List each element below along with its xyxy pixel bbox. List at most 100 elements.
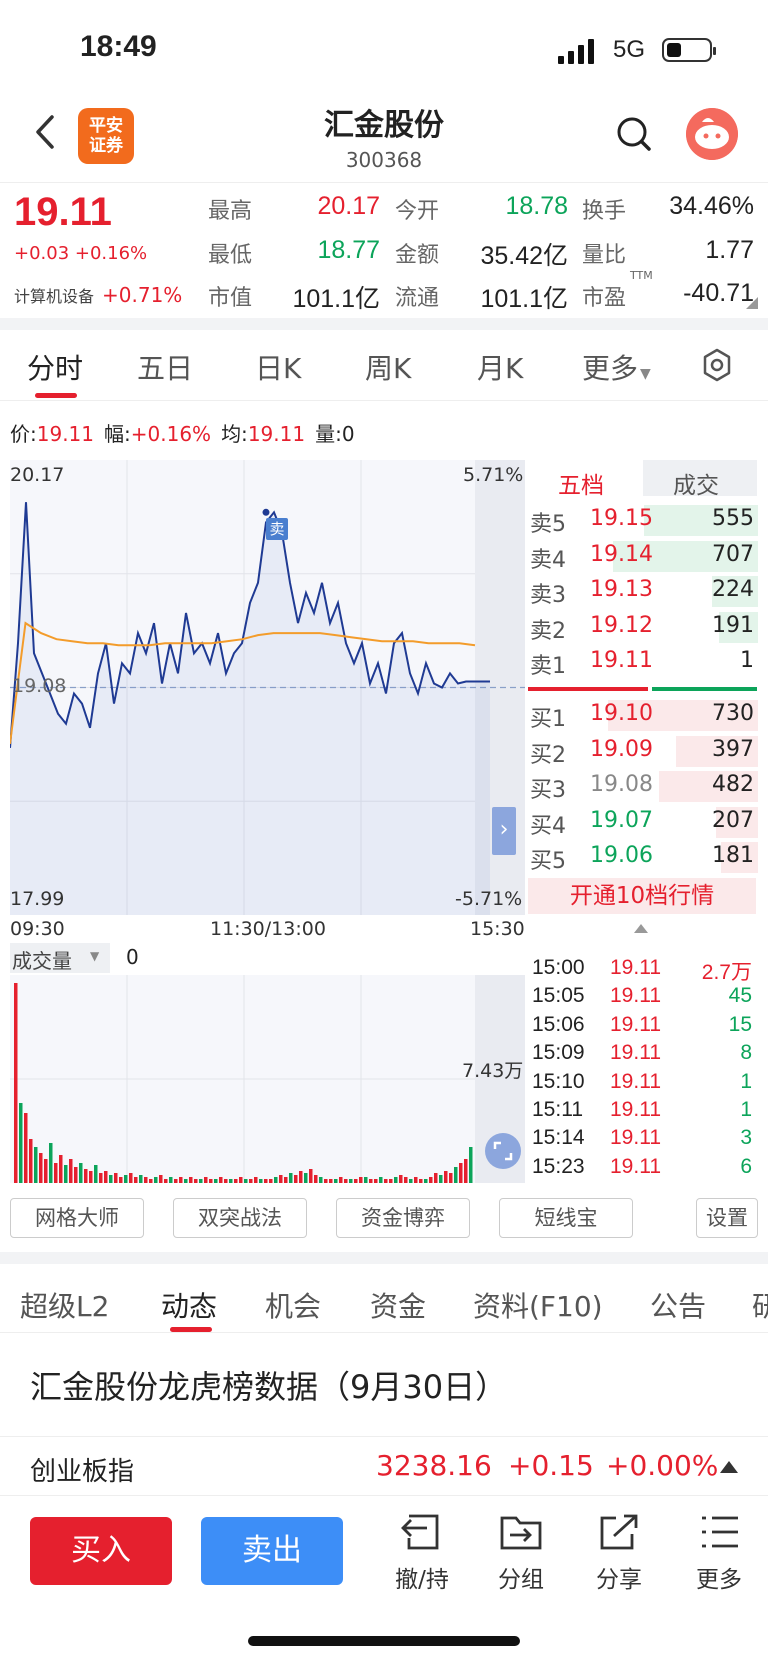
share-icon[interactable] xyxy=(594,1512,644,1552)
volume-selector[interactable]: 成交量 ▼ xyxy=(10,943,110,973)
tab-five-levels[interactable]: 五档 xyxy=(528,460,643,499)
news-headline[interactable]: 汇金股份龙虎榜数据（9月30日） xyxy=(30,1362,507,1408)
ask-level-row[interactable]: 卖5 19.15 555 xyxy=(530,502,758,538)
trade-volume: 8 xyxy=(740,1041,752,1065)
volume-bar xyxy=(69,1159,73,1183)
share-label[interactable]: 分享 xyxy=(579,1560,659,1594)
volume-bar xyxy=(379,1177,383,1183)
ask-bid-divider-green xyxy=(652,687,757,691)
tab-weekly-k[interactable]: 周K xyxy=(365,347,411,387)
volume-bar xyxy=(19,1103,23,1183)
ask-level-price: 19.12 xyxy=(590,612,653,638)
volume-bar xyxy=(449,1173,453,1183)
trade-price: 19.11 xyxy=(610,984,661,1008)
tool-short-term[interactable]: 短线宝 xyxy=(499,1198,633,1238)
sector-info[interactable]: 计算机设备 +0.71% xyxy=(14,283,182,307)
upgrade-level10-button[interactable]: 开通10档行情 xyxy=(528,878,756,914)
bid-level-label: 买5 xyxy=(530,849,566,874)
bid-level-row[interactable]: 买1 19.10 730 xyxy=(530,697,758,733)
tab-funds[interactable]: 资金 xyxy=(370,1285,426,1325)
expand-corner-icon[interactable] xyxy=(746,297,758,309)
index-ticker[interactable]: 创业板指 3238.16 +0.15 +0.00% xyxy=(0,1436,768,1496)
volume-bar xyxy=(199,1179,203,1183)
folder-icon[interactable] xyxy=(496,1512,546,1552)
stock-code: 300368 xyxy=(345,148,423,172)
trade-volume: 15 xyxy=(728,1012,752,1036)
bid-level-row[interactable]: 买4 19.07 207 xyxy=(530,804,758,840)
trade-volume: 1 xyxy=(740,1098,752,1121)
bid-level-row[interactable]: 买5 19.06 181 xyxy=(530,839,758,875)
trade-time: 15:11 xyxy=(532,1098,583,1121)
assistant-avatar-icon[interactable] xyxy=(686,108,738,160)
tab-news[interactable]: 动态 xyxy=(161,1285,217,1325)
sector-name: 计算机设备 xyxy=(14,287,95,306)
tab-f10[interactable]: 资料(F10) xyxy=(473,1285,603,1325)
trade-row: 15:11 19.11 1 xyxy=(532,1098,752,1126)
tab-five-day[interactable]: 五日 xyxy=(137,347,193,387)
quote-label: 今开 xyxy=(395,199,440,224)
quote-value: 18.78 xyxy=(505,192,568,220)
buy-button[interactable]: 买入 xyxy=(30,1517,172,1585)
bid-level-row[interactable]: 买3 19.08 482 xyxy=(530,768,758,804)
tool-grid-master[interactable]: 网格大师 xyxy=(10,1198,144,1238)
ask-level-row[interactable]: 卖3 19.13 224 xyxy=(530,573,758,609)
volume-bar xyxy=(314,1175,318,1183)
quote-label: 市盈 xyxy=(582,286,627,311)
tab-research[interactable]: 研 xyxy=(752,1285,768,1325)
scroll-up-icon[interactable] xyxy=(634,924,648,933)
ask-level-label: 卖5 xyxy=(530,512,566,537)
volume-bar xyxy=(394,1177,398,1183)
volume-bar xyxy=(34,1147,38,1183)
volume-bar xyxy=(264,1179,268,1183)
ask-level-row[interactable]: 卖4 19.14 707 xyxy=(530,538,758,574)
search-icon[interactable] xyxy=(616,116,652,152)
group-label[interactable]: 分组 xyxy=(481,1560,561,1594)
status-bar: 18:49 5G xyxy=(0,0,768,95)
vol-label: 量: xyxy=(315,422,342,446)
bid-level-row[interactable]: 买2 19.09 397 xyxy=(530,733,758,769)
volume-bar xyxy=(129,1173,133,1183)
volume-bar xyxy=(439,1175,443,1183)
gear-icon[interactable] xyxy=(700,348,734,382)
y-axis-pct-high: 5.71% xyxy=(463,464,524,486)
trade-time: 15:09 xyxy=(532,1041,585,1065)
tab-trades[interactable]: 成交 xyxy=(643,460,757,499)
tool-fund-game[interactable]: 资金博弈 xyxy=(336,1198,470,1238)
ask-level-row[interactable]: 卖2 19.12 191 xyxy=(530,609,758,645)
more-label[interactable]: 更多 xyxy=(679,1560,759,1594)
tab-more[interactable]: 更多 ▼ xyxy=(582,347,651,387)
volume-bar xyxy=(194,1179,198,1183)
ask-level-volume: 555 xyxy=(712,506,754,531)
sell-marker[interactable]: 卖 xyxy=(266,518,288,540)
trade-row: 15:23 19.11 6 xyxy=(532,1155,752,1183)
volume-bar xyxy=(224,1179,228,1183)
sell-button[interactable]: 卖出 xyxy=(201,1517,343,1585)
tool-double-breakout[interactable]: 双突战法 xyxy=(173,1198,307,1238)
crosshair-info: 价:19.11 幅:+0.16% 均:19.11 量:0 xyxy=(10,418,355,447)
volume-bar xyxy=(39,1153,43,1183)
trade-time: 15:00 xyxy=(532,956,585,979)
expand-up-icon[interactable] xyxy=(720,1461,738,1473)
ask-level-price: 19.15 xyxy=(590,506,653,531)
volume-chart[interactable] xyxy=(10,975,525,1183)
tab-monthly-k[interactable]: 月K xyxy=(477,347,523,387)
withdraw-icon[interactable] xyxy=(397,1512,447,1552)
menu-icon[interactable] xyxy=(694,1512,744,1552)
fullscreen-icon[interactable] xyxy=(485,1133,521,1169)
volume-bar xyxy=(94,1165,98,1183)
volume-bar xyxy=(384,1179,388,1183)
withdraw-label[interactable]: 撤/持 xyxy=(382,1560,462,1594)
expand-panel-button[interactable]: › xyxy=(492,807,516,855)
tab-intraday[interactable]: 分时 xyxy=(27,347,83,387)
volume-bar xyxy=(149,1179,153,1183)
trade-price: 19.11 xyxy=(610,1069,661,1093)
tab-opportunity[interactable]: 机会 xyxy=(265,1285,321,1325)
volume-bar xyxy=(279,1175,283,1183)
tab-daily-k[interactable]: 日K xyxy=(255,347,301,387)
tab-super-l2[interactable]: 超级L2 xyxy=(20,1285,109,1325)
bid-level-volume: 397 xyxy=(712,736,754,762)
tool-settings[interactable]: 设置 xyxy=(696,1198,758,1238)
tab-announcements[interactable]: 公告 xyxy=(650,1285,706,1325)
ask-level-row[interactable]: 卖1 19.11 1 xyxy=(530,644,758,680)
volume-bar xyxy=(24,1113,28,1183)
